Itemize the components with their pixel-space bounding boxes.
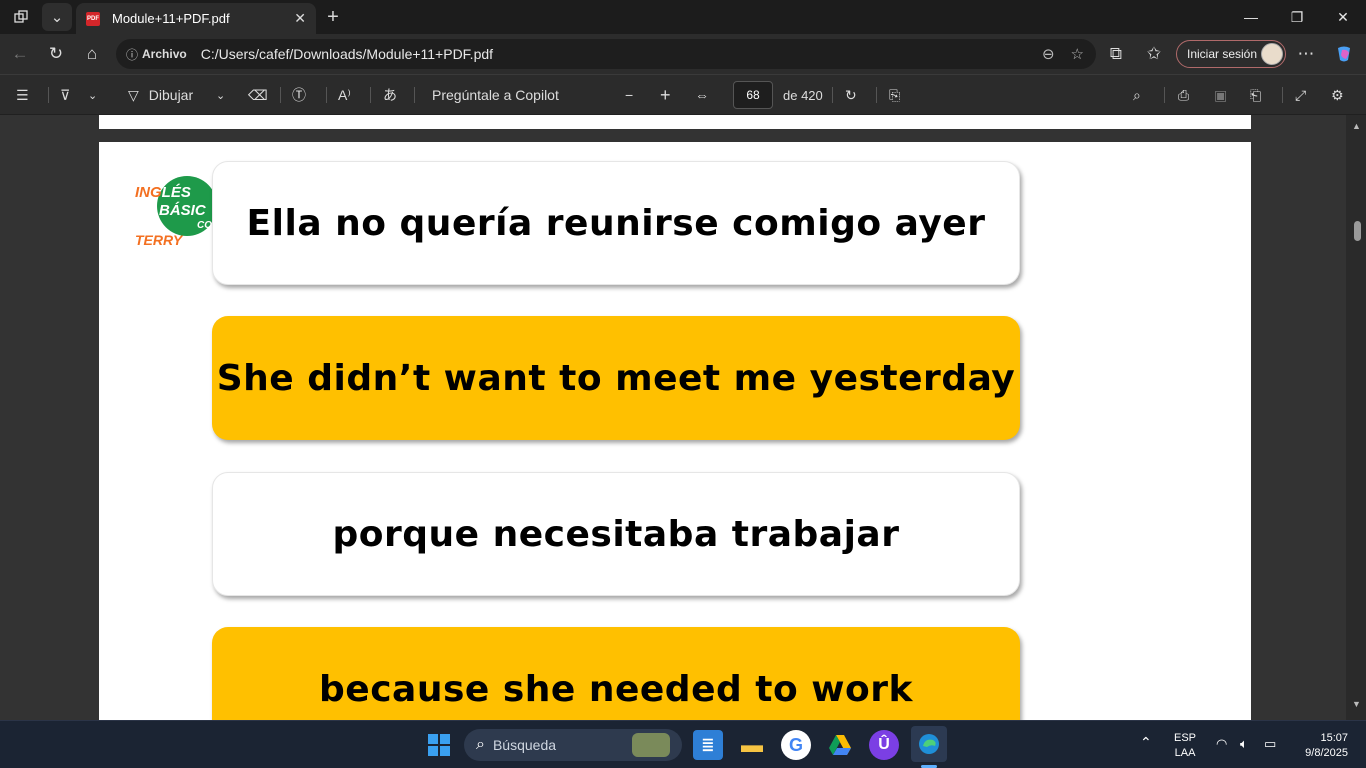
url-scheme-label: Archivo xyxy=(142,47,187,61)
pdf-toolbar: ☰ ⊽ ⌄ ▽ Dibujar ⌄ ⌫ Ⓣ A⁾ あ Pregúntale a … xyxy=(0,74,1366,114)
scroll-thumb[interactable] xyxy=(1354,221,1361,241)
home-icon[interactable]: ⌂ xyxy=(78,40,106,68)
tab-close-icon[interactable]: ✕ xyxy=(294,10,306,27)
signin-button[interactable]: Iniciar sesión xyxy=(1176,40,1286,68)
save-as-icon[interactable]: ⎗ xyxy=(1250,83,1261,107)
google-drive-icon[interactable] xyxy=(825,730,855,760)
phrase-card: She didn’t want to meet me yesterday xyxy=(212,316,1020,440)
phrase-text: Ella no quería reunirse comigo ayer xyxy=(246,202,986,244)
draw-pen-icon: ▽ xyxy=(128,86,139,103)
read-aloud-icon[interactable]: A⁾ xyxy=(338,83,351,107)
page-total-label: de 420 xyxy=(783,87,823,103)
pdf-viewer[interactable]: INGLÉS BÁSIC CO TERRY Ella no quería reu… xyxy=(0,115,1366,720)
settings-gear-icon[interactable]: ⚙ xyxy=(1331,83,1344,107)
refresh-icon[interactable]: ↻ xyxy=(42,40,70,68)
url-field[interactable]: ⓘ Archivo C:/Users/cafef/Downloads/Modul… xyxy=(116,39,1096,69)
tab-active[interactable]: PDF Module+11+PDF.pdf ✕ xyxy=(76,3,316,34)
language-indicator[interactable]: ESP LAA xyxy=(1174,731,1196,761)
more-menu-icon[interactable]: ⋯ xyxy=(1292,40,1320,68)
highlight-icon[interactable]: ⊽ xyxy=(60,83,70,107)
scroll-up-arrow-icon[interactable]: ▲ xyxy=(1352,121,1361,131)
volume-icon[interactable]: 🔈︎ xyxy=(1240,736,1248,751)
previous-page xyxy=(99,115,1251,129)
zoom-out-minus-icon[interactable]: − xyxy=(625,83,633,107)
eraser-icon[interactable]: ⌫ xyxy=(248,83,268,107)
wifi-icon[interactable]: ◠ xyxy=(1216,736,1227,751)
title-bar: ⌄ PDF Module+11+PDF.pdf ✕ + — ❐ ✕ xyxy=(0,0,1366,34)
page-view-icon[interactable]: ⎘ xyxy=(889,83,900,107)
favorite-star-icon[interactable]: ☆ xyxy=(1071,45,1084,63)
highlight-chevron-down-icon[interactable]: ⌄ xyxy=(88,83,97,107)
vertical-scrollbar[interactable]: ▲ ▼ xyxy=(1346,115,1366,720)
notepad-icon[interactable]: ≣ xyxy=(693,730,723,760)
back-arrow-icon[interactable]: ← xyxy=(6,40,34,68)
add-text-icon[interactable]: Ⓣ xyxy=(292,83,306,107)
phrase-card: Ella no quería reunirse comigo ayer xyxy=(212,161,1020,285)
page-number-input[interactable]: 68 xyxy=(733,81,773,109)
ingles-basico-logo: INGLÉS BÁSIC CO TERRY xyxy=(135,176,217,248)
phrase-text: She didn’t want to meet me yesterday xyxy=(216,357,1016,399)
copilot-ask-button[interactable]: Pregúntale a Copilot xyxy=(432,83,559,107)
avatar xyxy=(1261,43,1283,65)
extensions-icon[interactable]: ⧉ xyxy=(1102,40,1130,68)
draw-button[interactable]: ▽ Dibujar xyxy=(128,83,193,107)
clock[interactable]: 15:07 9/8/2025 xyxy=(1296,731,1348,761)
workspaces-icon[interactable] xyxy=(6,3,36,31)
url-text[interactable]: C:/Users/cafef/Downloads/Module+11+PDF.p… xyxy=(201,46,493,62)
fullscreen-icon[interactable]: ⤢ xyxy=(1295,83,1306,107)
fit-width-icon[interactable]: ⇔ xyxy=(695,83,709,107)
phrase-card: because she needed to work xyxy=(212,627,1020,720)
tab-title: Module+11+PDF.pdf xyxy=(112,11,230,26)
search-icon[interactable]: ⌕ xyxy=(1133,83,1141,107)
zoom-out-icon[interactable]: ⊖ xyxy=(1042,45,1055,63)
favorites-icon[interactable]: ✩ xyxy=(1140,40,1168,68)
copilot-icon[interactable] xyxy=(1330,40,1358,68)
print-icon[interactable]: ⎙ xyxy=(1178,83,1189,107)
contents-list-icon[interactable]: ☰ xyxy=(16,83,29,107)
phrase-card: porque necesitaba trabajar xyxy=(212,472,1020,596)
windows-start-icon[interactable] xyxy=(424,730,454,760)
scroll-down-arrow-icon[interactable]: ▼ xyxy=(1352,699,1361,709)
phrase-text: because she needed to work xyxy=(319,669,913,710)
battery-icon[interactable]: ▭ xyxy=(1264,736,1276,751)
search-placeholder: Búsqueda xyxy=(492,737,557,753)
translate-icon[interactable]: あ xyxy=(383,83,397,107)
close-window-button[interactable]: ✕ xyxy=(1320,0,1366,34)
app-u-icon[interactable]: Û xyxy=(869,730,899,760)
search-magnifier-icon: ⌕ xyxy=(476,736,485,753)
save-icon[interactable]: ▣ xyxy=(1214,83,1227,107)
info-icon[interactable]: ⓘ xyxy=(126,46,138,63)
phrase-text: porque necesitaba trabajar xyxy=(332,513,900,555)
edge-browser-icon[interactable] xyxy=(911,726,947,762)
chrome-google-icon[interactable]: G xyxy=(781,730,811,760)
address-bar: ← ↻ ⌂ ⓘ Archivo C:/Users/cafef/Downloads… xyxy=(0,34,1366,74)
pdf-icon: PDF xyxy=(86,11,100,26)
restore-button[interactable]: ❐ xyxy=(1274,0,1320,34)
copilot-ask-label: Pregúntale a Copilot xyxy=(432,87,559,103)
zoom-in-plus-icon[interactable]: + xyxy=(660,83,671,107)
draw-chevron-down-icon[interactable]: ⌄ xyxy=(216,83,225,107)
tab-list-chevron-icon[interactable]: ⌄ xyxy=(42,3,72,31)
file-explorer-icon[interactable]: ▬ xyxy=(737,730,767,760)
new-tab-plus-icon[interactable]: + xyxy=(318,3,348,31)
search-highlight-icon xyxy=(632,733,670,757)
signin-label: Iniciar sesión xyxy=(1187,47,1258,61)
pdf-page: INGLÉS BÁSIC CO TERRY Ella no quería reu… xyxy=(99,142,1251,720)
rotate-icon[interactable]: ↻ xyxy=(845,83,857,107)
clock-date: 9/8/2025 xyxy=(1305,747,1348,759)
clock-time: 15:07 xyxy=(1320,732,1348,744)
show-hidden-icons-chevron-icon[interactable]: ⌃ xyxy=(1140,735,1152,750)
taskbar-search[interactable]: ⌕ Búsqueda xyxy=(464,729,682,761)
minimize-button[interactable]: — xyxy=(1228,0,1274,34)
taskbar: ⌕ Búsqueda ≣ ▬ G Û ⌃ ESP LAA ◠ 🔈︎ ▭ 15:0… xyxy=(0,720,1366,768)
draw-label: Dibujar xyxy=(148,87,194,103)
